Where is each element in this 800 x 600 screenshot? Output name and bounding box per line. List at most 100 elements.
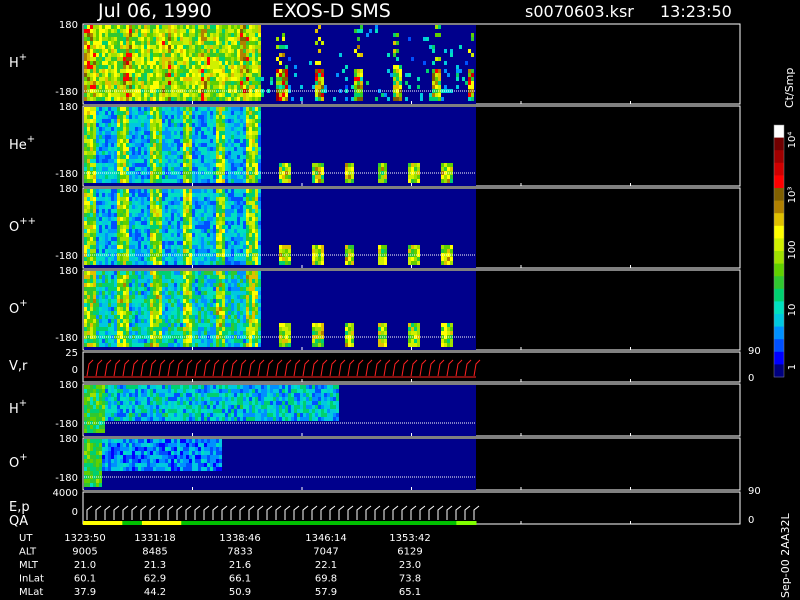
spectrogram-cell	[150, 237, 153, 241]
spectrogram-cell	[117, 343, 120, 347]
spectrogram-cell	[252, 275, 255, 279]
spectrogram-cell	[438, 97, 441, 101]
spectrogram-cell	[165, 119, 168, 123]
spectrogram-cell	[144, 97, 147, 101]
spectrogram-cell	[102, 135, 105, 139]
spectrogram-cell	[120, 37, 123, 41]
spectrogram-cell	[84, 319, 87, 323]
spectrogram-cell	[129, 221, 132, 225]
spectrogram-cell	[120, 53, 123, 57]
spectrogram-cell	[213, 53, 216, 57]
spectrogram-cell	[87, 155, 90, 159]
spectrogram-cell	[141, 155, 144, 159]
spectrogram-cell	[252, 343, 255, 347]
spectrogram-cell	[231, 311, 234, 315]
spectrogram-cell	[216, 97, 219, 101]
spectrogram-cell	[150, 147, 153, 151]
spectrogram-cell	[159, 33, 162, 37]
spectrogram-cell	[171, 81, 174, 85]
spectrogram-cell	[120, 249, 123, 253]
spectrogram-cell	[228, 115, 231, 119]
spectrogram-cell	[111, 119, 114, 123]
spectrogram-cell	[90, 127, 93, 131]
spectrogram-cell	[183, 135, 186, 139]
spectrogram-cell	[234, 175, 237, 179]
spectrogram-cell	[237, 107, 240, 111]
spectrogram-cell	[207, 291, 210, 295]
spectrogram-cell	[180, 201, 183, 205]
spectrogram-cell	[204, 57, 207, 61]
spectrogram-cell	[198, 233, 201, 237]
spectrogram-cell	[117, 57, 120, 61]
spectrogram-cell	[441, 167, 444, 171]
spectrogram-cell	[252, 93, 255, 97]
spectrogram-cell	[102, 179, 105, 183]
spectrogram-cell	[186, 287, 189, 291]
spectrogram-cell	[120, 307, 123, 311]
spectrogram-cell	[435, 81, 438, 85]
spectrogram-cell	[246, 189, 249, 193]
spectrogram-cell	[219, 139, 222, 143]
spectrogram-cell	[102, 197, 105, 201]
spectrogram-cell	[165, 33, 168, 37]
spectrogram-cell	[84, 73, 87, 77]
spectrogram-cell	[144, 49, 147, 53]
spectrogram-cell	[108, 93, 111, 97]
spectrogram-cell	[117, 41, 120, 45]
spectrogram-cell	[243, 311, 246, 315]
spectrogram-cell	[222, 241, 225, 245]
spectrogram-cell	[321, 179, 324, 183]
spectrogram-cell	[84, 147, 87, 151]
spectrogram-cell	[237, 57, 240, 61]
spectrogram-cell	[186, 295, 189, 299]
spectrogram-cell	[252, 135, 255, 139]
spectrogram-cell	[240, 213, 243, 217]
spectrogram-cell	[222, 249, 225, 253]
spectrogram-cell	[252, 41, 255, 45]
spectrogram-cell	[246, 307, 249, 311]
spectrogram-cell	[159, 155, 162, 159]
spectrogram-cell	[249, 111, 252, 115]
spectrogram-cell	[231, 213, 234, 217]
spectrogram-cell	[132, 303, 135, 307]
spectrogram-cell	[195, 155, 198, 159]
spectrogram-cell	[186, 179, 189, 183]
spectrogram-cell	[90, 131, 93, 135]
spectrogram-cell	[162, 73, 165, 77]
spectrogram-cell	[198, 159, 201, 163]
spectrogram-cell	[165, 343, 168, 347]
spectrogram-cell	[216, 257, 219, 261]
spectrogram-cell	[210, 323, 213, 327]
spectrogram-cell	[252, 97, 255, 101]
spectrogram-cell	[258, 53, 261, 57]
spectrogram-cell	[111, 271, 114, 275]
spectrogram-cell	[399, 93, 402, 97]
spectrogram-cell	[207, 65, 210, 69]
spectrogram-cell	[96, 245, 99, 249]
spectrogram-cell	[471, 77, 474, 81]
spectrogram-cell	[375, 25, 378, 29]
spectrogram-cell	[87, 167, 90, 171]
spectrogram-cell	[192, 291, 195, 295]
spectrogram-cell	[309, 61, 312, 65]
spectrogram-cell	[234, 323, 237, 327]
spectrogram-cell	[399, 77, 402, 81]
spectrogram-cell	[252, 151, 255, 155]
spectrogram-cell	[204, 107, 207, 111]
spectrogram-cell	[99, 217, 102, 221]
spectrogram-cell	[120, 127, 123, 131]
spectrogram-cell	[246, 197, 249, 201]
spectrogram-cell	[381, 163, 384, 167]
spectrogram-cell	[216, 45, 219, 49]
spectrogram-cell	[174, 123, 177, 127]
spectrogram-cell	[192, 299, 195, 303]
spectrogram-cell	[210, 65, 213, 69]
spectrogram-cell	[132, 57, 135, 61]
spectrogram-cell	[177, 37, 180, 41]
spectrogram-cell	[132, 119, 135, 123]
spectrogram-cell	[447, 257, 450, 261]
spectrogram-cell	[138, 69, 141, 73]
spectrogram-cell	[138, 93, 141, 97]
spectrogram-cell	[90, 53, 93, 57]
spectrogram-cell	[177, 53, 180, 57]
